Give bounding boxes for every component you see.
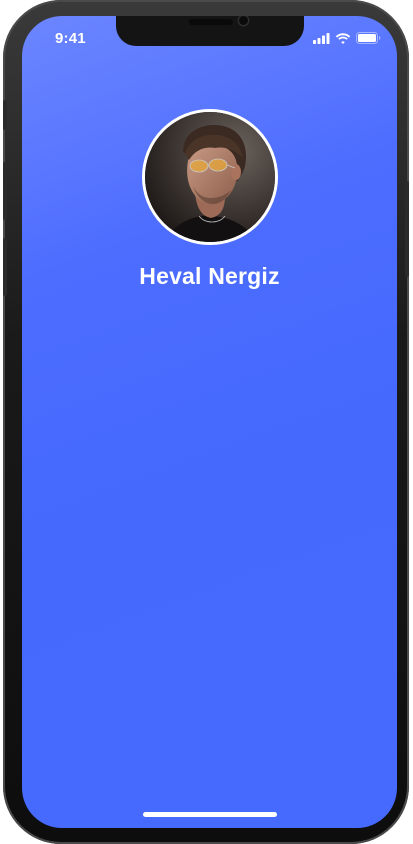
status-bar-icons <box>313 32 381 44</box>
speaker-grille <box>189 19 233 25</box>
cellular-signal-icon <box>313 32 330 44</box>
wifi-icon <box>335 32 351 44</box>
mute-switch <box>3 100 7 130</box>
profile-avatar[interactable] <box>142 109 278 245</box>
power-button <box>405 181 409 277</box>
phone-frame: 9:41 Heval Nergiz <box>3 0 409 844</box>
app-screen: 9:41 Heval Nergiz <box>22 16 397 828</box>
front-camera-icon <box>239 16 248 25</box>
avatar-photo <box>145 112 275 242</box>
status-bar-time: 9:41 <box>55 30 86 47</box>
notch <box>116 16 304 46</box>
home-indicator[interactable] <box>143 812 277 817</box>
profile-name: Heval Nergiz <box>139 263 280 289</box>
battery-icon <box>356 32 381 44</box>
volume-up-button <box>3 162 7 220</box>
volume-down-button <box>3 238 7 296</box>
